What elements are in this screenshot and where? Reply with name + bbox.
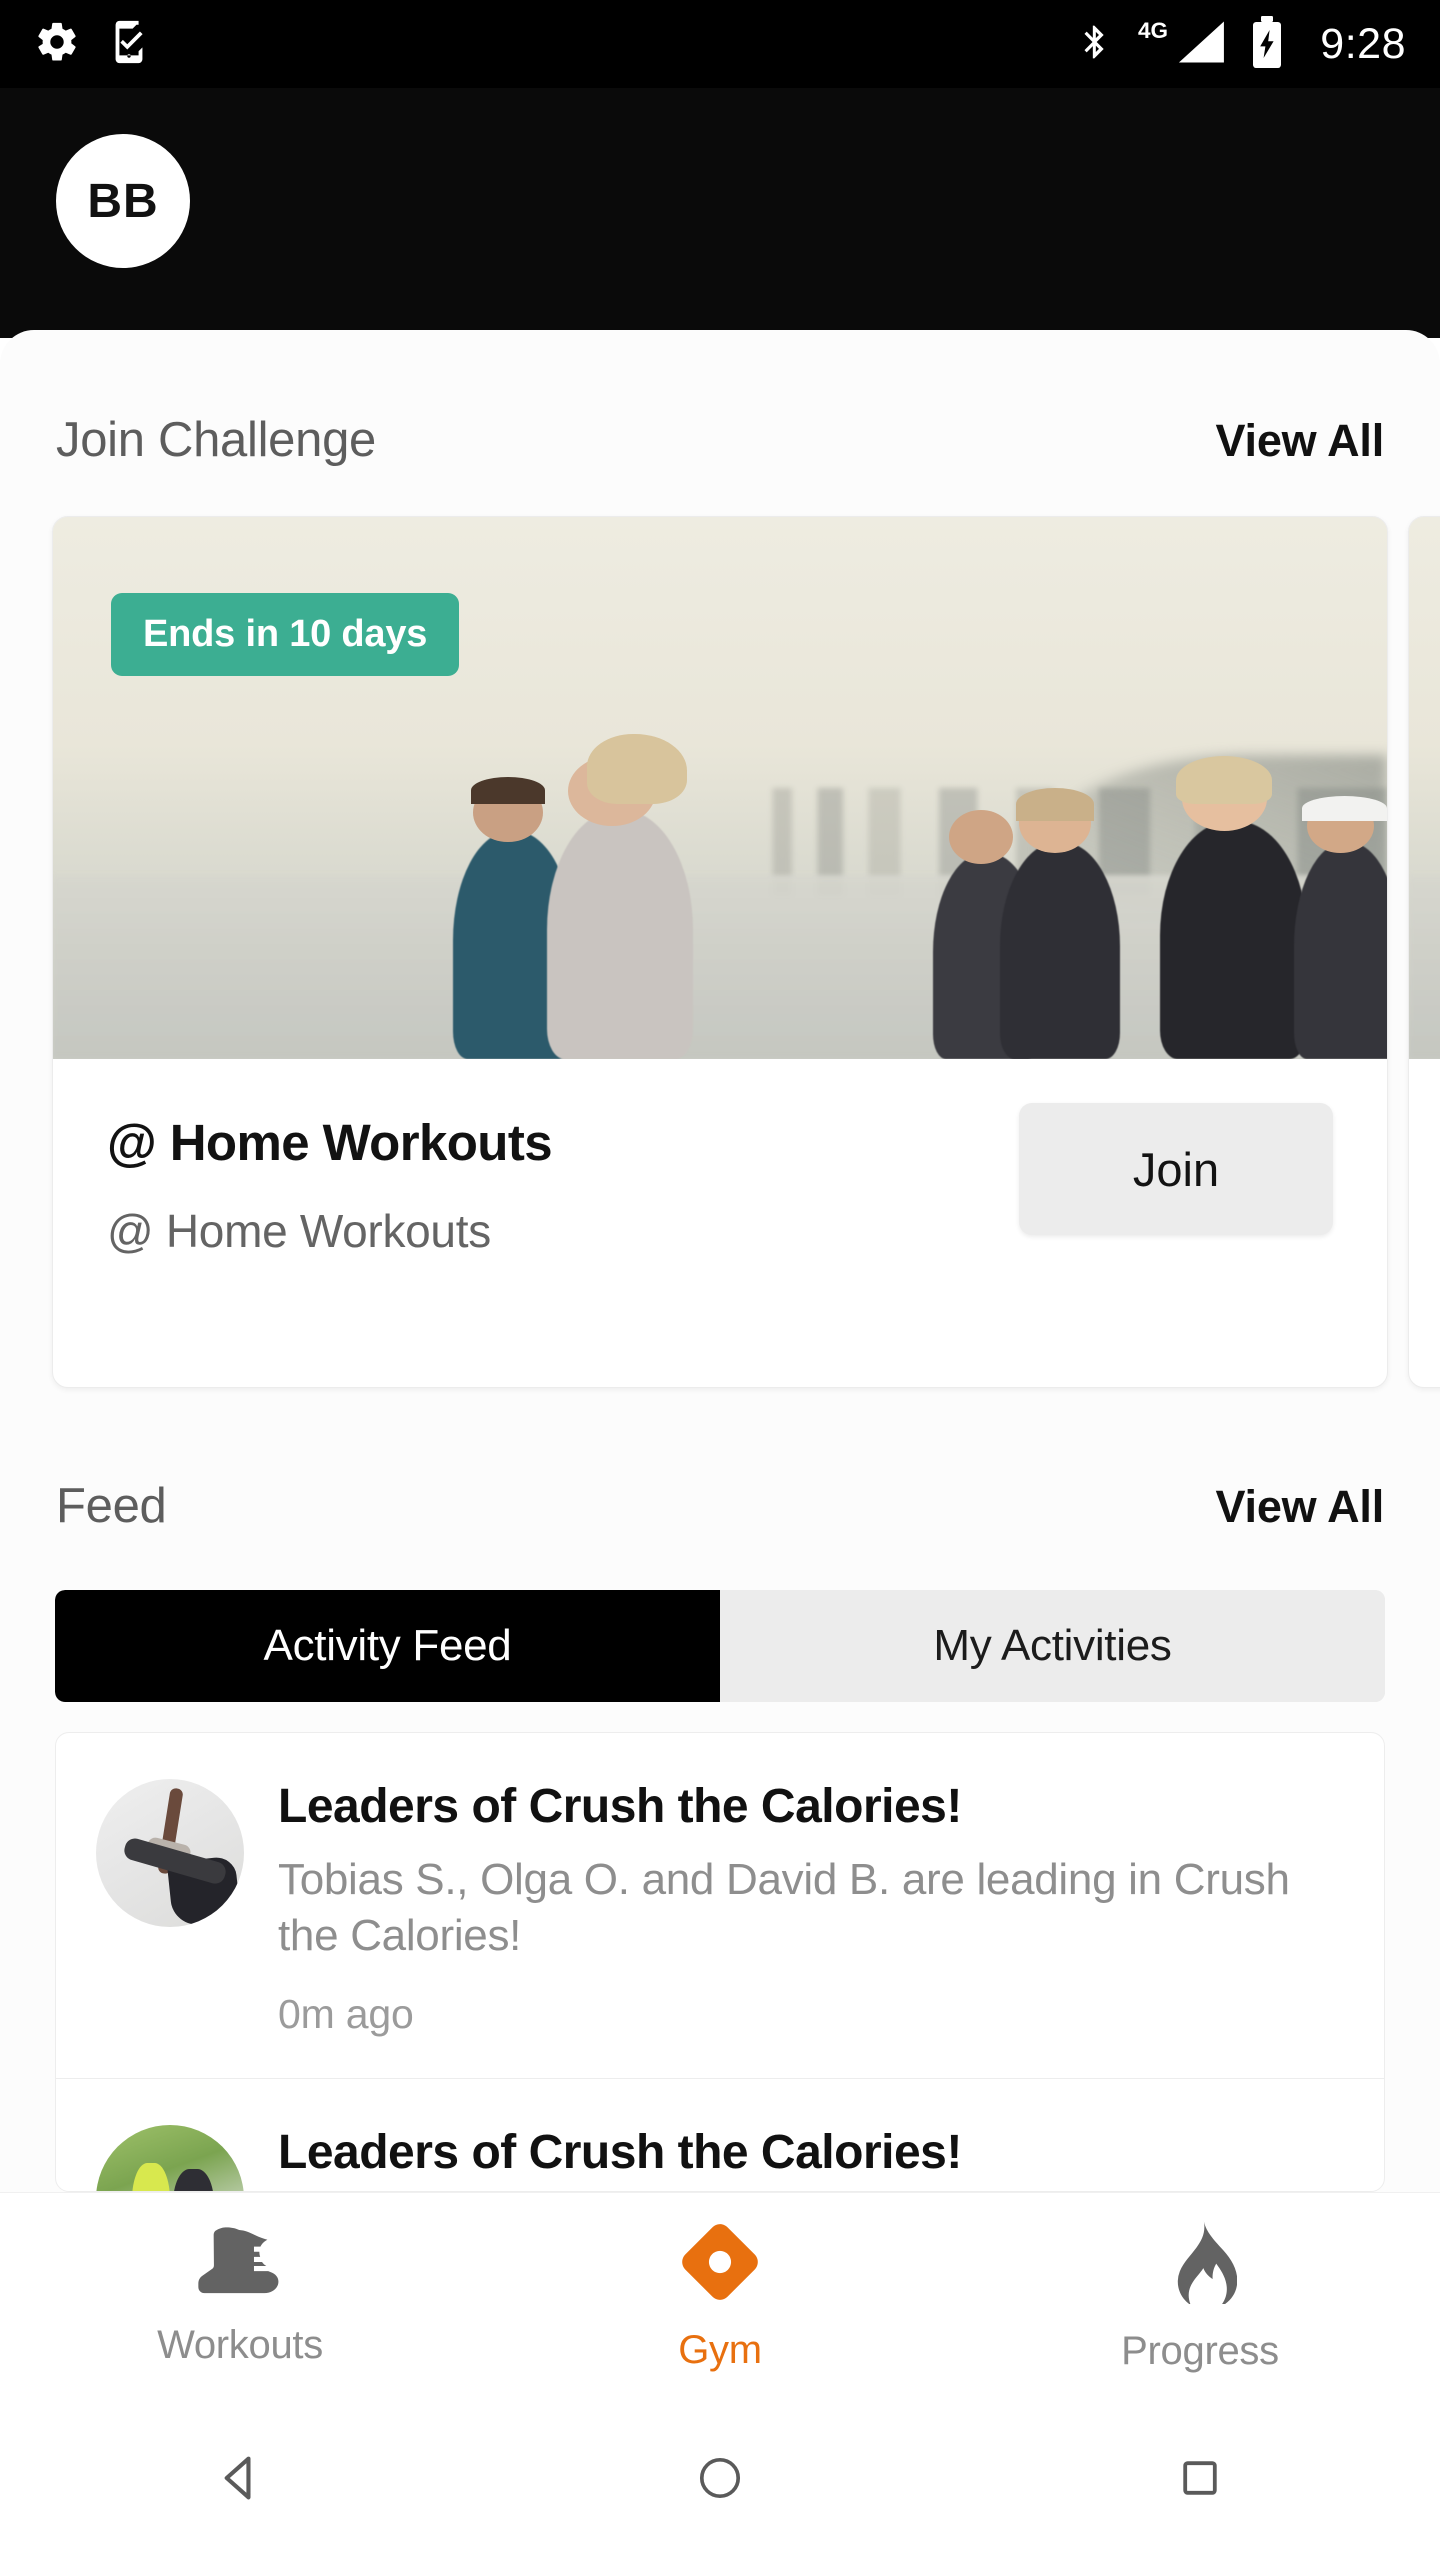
avatar[interactable]: BB bbox=[56, 134, 190, 268]
status-bar-right-icons: 4G 9:28 bbox=[1076, 15, 1406, 73]
svg-text:4G: 4G bbox=[1138, 17, 1168, 42]
photo-runner bbox=[1000, 842, 1121, 1059]
nav-item-gym[interactable]: Gym bbox=[480, 2221, 960, 2373]
challenge-badge: Ends in 10 days bbox=[111, 593, 460, 676]
challenge-card-subtitle: @ Home Workouts bbox=[107, 1205, 491, 1257]
flame-icon bbox=[1163, 2219, 1238, 2309]
photo-runner-hair bbox=[586, 733, 687, 805]
photo-runner-hair bbox=[1016, 788, 1094, 821]
main-sheet: Join Challenge View All Ends in 10 days … bbox=[0, 330, 1440, 2192]
gym-diamond-icon bbox=[679, 2221, 761, 2308]
bluetooth-icon bbox=[1076, 18, 1116, 71]
list-item-body: Leaders of Crush the Calories! Tobias S.… bbox=[278, 1779, 1344, 2038]
list-item-timestamp: 0m ago bbox=[278, 1990, 414, 2037]
nav-label-workouts: Workouts bbox=[157, 2322, 323, 2367]
tab-activity-feed[interactable]: Activity Feed bbox=[55, 1590, 720, 1702]
challenge-photo: Ends in 10 days bbox=[53, 517, 1387, 1059]
phone-check-icon bbox=[106, 19, 152, 70]
back-triangle-icon bbox=[211, 2449, 269, 2512]
feed-section-title: Feed bbox=[56, 1479, 167, 1533]
photo-runner-cap bbox=[1301, 795, 1387, 821]
signal-4g-icon: 4G bbox=[1138, 17, 1228, 72]
app-header: BB bbox=[0, 88, 1440, 338]
feed-view-all-link[interactable]: View All bbox=[1216, 1481, 1385, 1533]
nav-label-gym: Gym bbox=[678, 2327, 762, 2372]
photo-runner bbox=[546, 809, 694, 1059]
outdoor-runner-avatar bbox=[96, 2124, 244, 2191]
bottom-navigation: Workouts Gym Progress bbox=[0, 2192, 1440, 2400]
tab-my-activities[interactable]: My Activities bbox=[720, 1590, 1385, 1702]
battery-charging-icon bbox=[1250, 15, 1284, 73]
status-bar: 4G 9:28 bbox=[0, 0, 1440, 88]
challenge-carousel[interactable]: Ends in 10 days @ Home Workouts @ Home W… bbox=[0, 516, 1440, 1396]
avatar-shape bbox=[144, 1836, 193, 1870]
settings-gear-icon bbox=[34, 19, 80, 70]
photo-runner bbox=[1160, 820, 1307, 1059]
list-item[interactable]: Leaders of Crush the Calories! Tobias S.… bbox=[56, 1733, 1384, 2078]
photo-runner bbox=[1293, 842, 1387, 1059]
photo-runner-hair bbox=[1176, 755, 1273, 805]
list-item-title: Leaders of Crush the Calories! bbox=[278, 2125, 962, 2179]
challenge-card-title: @ Home Workouts bbox=[107, 1114, 553, 1171]
system-navigation-bar bbox=[0, 2400, 1440, 2560]
status-bar-clock: 9:28 bbox=[1320, 19, 1406, 68]
challenge-section-title: Join Challenge bbox=[56, 413, 376, 467]
feed-tabs: Activity Feed My Activities bbox=[55, 1590, 1385, 1702]
challenge-view-all-link[interactable]: View All bbox=[1216, 415, 1385, 467]
challenge-photo-next bbox=[1409, 517, 1440, 1059]
home-button[interactable] bbox=[480, 2452, 960, 2509]
list-item-description: Tobias S., Olga O. and David B. are lead… bbox=[278, 1855, 1290, 1961]
recents-button[interactable] bbox=[960, 2454, 1440, 2507]
challenge-card-body: @ Home Workouts @ Home Workouts Join bbox=[53, 1059, 1387, 1258]
recents-square-icon bbox=[1176, 2454, 1224, 2507]
sneaker-icon bbox=[197, 2226, 283, 2303]
list-item-body: Leaders of Crush the Calories! bbox=[278, 2125, 1344, 2191]
challenge-section-header: Join Challenge View All bbox=[0, 412, 1440, 468]
avatar-shape bbox=[166, 1855, 242, 1927]
photo-runner-head bbox=[949, 809, 1014, 864]
join-button[interactable]: Join bbox=[1019, 1103, 1333, 1235]
list-item[interactable]: Leaders of Crush the Calories! bbox=[56, 2077, 1384, 2191]
nav-item-workouts[interactable]: Workouts bbox=[0, 2226, 480, 2368]
yoga-pose-avatar bbox=[96, 1779, 244, 1927]
list-item-title: Leaders of Crush the Calories! bbox=[278, 1780, 962, 1833]
challenge-card-next[interactable] bbox=[1408, 516, 1440, 1388]
back-button[interactable] bbox=[0, 2449, 480, 2512]
photo-runner-hair bbox=[470, 777, 546, 805]
status-bar-left-icons bbox=[34, 19, 152, 70]
nav-label-progress: Progress bbox=[1121, 2328, 1279, 2373]
nav-item-progress[interactable]: Progress bbox=[960, 2219, 1440, 2374]
challenge-card-texts: @ Home Workouts @ Home Workouts bbox=[107, 1103, 1019, 1258]
feed-list: Leaders of Crush the Calories! Tobias S.… bbox=[55, 1732, 1385, 2192]
photo-water-layer bbox=[1409, 874, 1440, 1059]
challenge-card[interactable]: Ends in 10 days @ Home Workouts @ Home W… bbox=[52, 516, 1388, 1388]
feed-section-header: Feed View All bbox=[0, 1478, 1440, 1534]
home-circle-icon bbox=[694, 2452, 746, 2509]
